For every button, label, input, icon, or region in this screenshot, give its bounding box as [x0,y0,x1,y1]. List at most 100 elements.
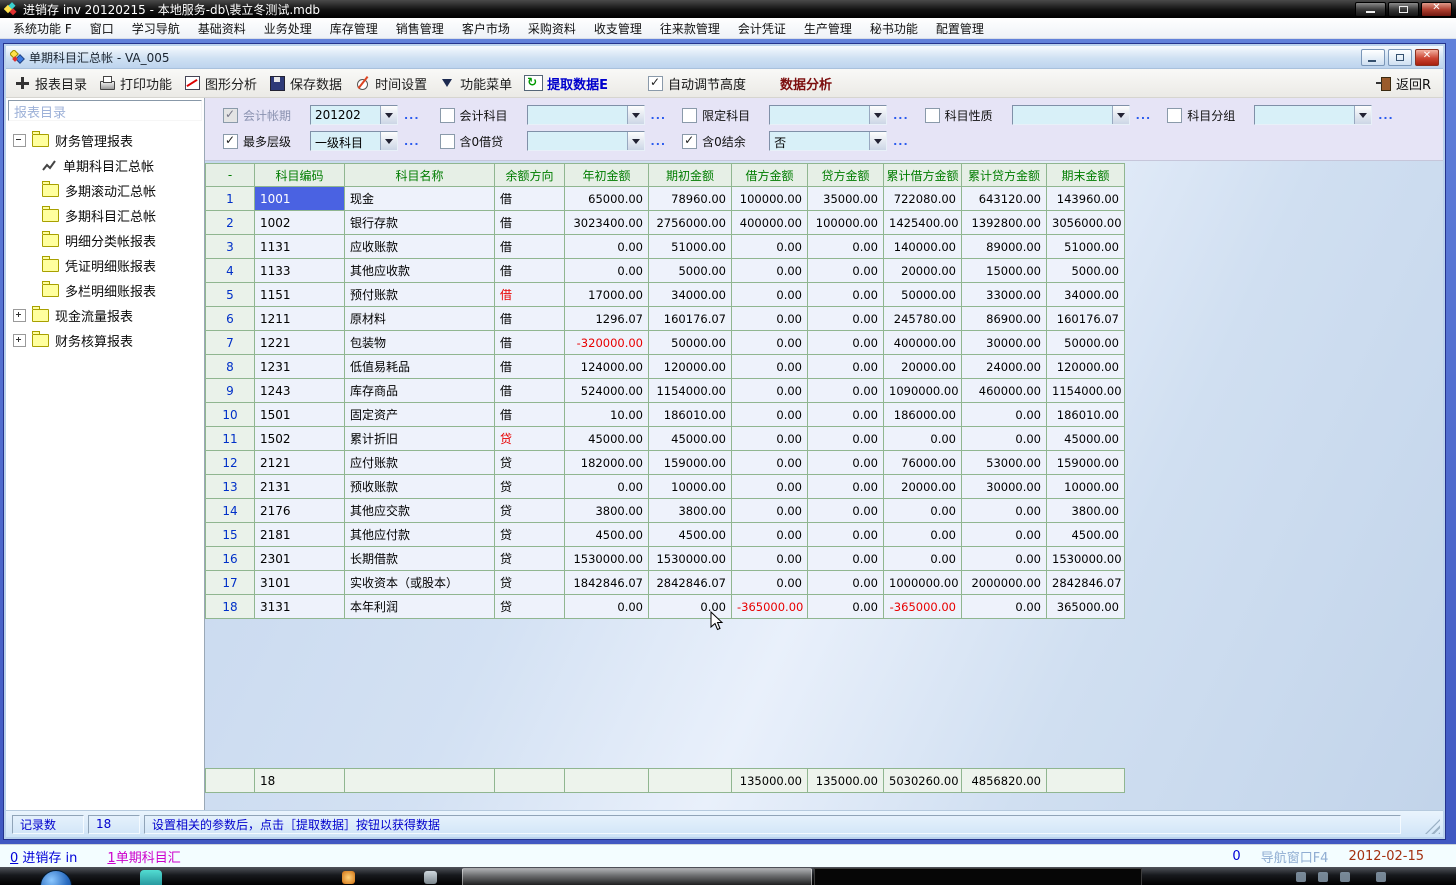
filter-combo[interactable] [527,131,645,151]
table-cell[interactable]: 0.00 [732,331,808,355]
table-cell[interactable]: 30000.00 [962,331,1047,355]
table-cell[interactable]: 53000.00 [962,451,1047,475]
table-cell[interactable]: 0.00 [649,595,732,619]
row-number-cell[interactable]: 5 [206,283,255,307]
table-cell[interactable]: 0.00 [962,427,1047,451]
menu-item[interactable]: 收支管理 [585,18,651,39]
column-header[interactable]: 年初金额 [565,164,649,187]
table-cell[interactable]: 借 [495,379,565,403]
tree-item[interactable]: 凭证明细账报表 [6,253,204,278]
table-cell[interactable]: 0.00 [732,499,808,523]
table-cell[interactable]: 1221 [255,331,345,355]
auto-height-checkbox[interactable] [648,76,663,91]
checkbox-unchecked-icon[interactable] [682,108,697,123]
table-cell[interactable]: 1243 [255,379,345,403]
chevron-down-icon[interactable] [627,106,644,124]
table-cell[interactable]: 186000.00 [884,403,962,427]
table-cell[interactable]: 1530000.00 [565,547,649,571]
row-number-cell[interactable]: 10 [206,403,255,427]
filter-combo[interactable] [527,105,645,125]
table-cell[interactable]: 2176 [255,499,345,523]
checkbox-checked-icon[interactable] [223,134,238,149]
checkbox-checked-icon[interactable] [223,108,238,123]
table-cell[interactable]: 30000.00 [962,475,1047,499]
table-cell[interactable]: 45000.00 [1047,427,1125,451]
table-cell[interactable]: 140000.00 [884,235,962,259]
table-cell[interactable]: 33000.00 [962,283,1047,307]
table-cell[interactable]: 100000.00 [808,211,884,235]
table-cell[interactable]: 0.00 [808,403,884,427]
table-cell[interactable]: 0.00 [808,283,884,307]
table-cell[interactable]: 0.00 [884,427,962,451]
checkbox-unchecked-icon[interactable] [925,108,940,123]
table-cell[interactable]: 186010.00 [649,403,732,427]
menu-item[interactable]: 配置管理 [927,18,993,39]
table-cell[interactable]: 1133 [255,259,345,283]
table-cell[interactable]: 1296.07 [565,307,649,331]
table-cell[interactable]: 50000.00 [649,331,732,355]
table-cell[interactable]: 0.00 [565,259,649,283]
table-cell[interactable]: 3800.00 [1047,499,1125,523]
table-cell[interactable]: 1842846.07 [565,571,649,595]
row-number-cell[interactable]: 11 [206,427,255,451]
row-number-cell[interactable]: 6 [206,307,255,331]
table-cell[interactable]: 0.00 [808,499,884,523]
chevron-down-icon[interactable] [627,132,644,150]
chevron-down-icon[interactable] [380,106,397,124]
table-cell[interactable]: 2842846.07 [649,571,732,595]
menu-item[interactable]: 采购资料 [519,18,585,39]
table-cell[interactable]: 1154000.00 [1047,379,1125,403]
table-cell[interactable]: 15000.00 [962,259,1047,283]
column-header[interactable]: 借方金额 [732,164,808,187]
window-list-item-main[interactable]: 0 进销存 in [10,847,77,866]
tree-item[interactable]: 财务管理报表 [6,128,204,153]
table-cell[interactable]: 124000.00 [565,355,649,379]
report-close-button[interactable] [1415,49,1439,66]
more-options-button[interactable]: ... [404,135,420,148]
more-options-button[interactable]: ... [1136,109,1152,122]
taskbar-icon[interactable] [424,871,437,884]
tray-icon[interactable] [1340,872,1350,882]
filter-combo[interactable] [1254,105,1372,125]
table-cell[interactable]: 50000.00 [1047,331,1125,355]
filter-combo[interactable]: 201202 [310,105,398,125]
table-cell[interactable]: 0.00 [732,259,808,283]
row-number-cell[interactable]: 16 [206,547,255,571]
table-cell[interactable]: 0.00 [808,595,884,619]
tree-item[interactable]: 明细分类帐报表 [6,228,204,253]
table-cell[interactable]: -365000.00 [732,595,808,619]
table-cell[interactable]: 借 [495,235,565,259]
table-cell[interactable]: 0.00 [808,355,884,379]
table-cell[interactable]: 0.00 [808,331,884,355]
table-cell[interactable]: 库存商品 [345,379,495,403]
menu-item[interactable]: 学习导航 [123,18,189,39]
row-number-cell[interactable]: 13 [206,475,255,499]
table-cell[interactable]: 借 [495,211,565,235]
minimize-button[interactable] [1355,2,1386,17]
table-cell[interactable]: 0.00 [732,427,808,451]
table-cell[interactable]: 0.00 [962,499,1047,523]
table-cell[interactable]: 4500.00 [1047,523,1125,547]
table-cell[interactable]: 低值易耗品 [345,355,495,379]
table-cell[interactable]: 1502 [255,427,345,451]
filter-combo[interactable]: 一级科目 [310,131,398,151]
table-cell[interactable]: 0.00 [732,451,808,475]
checkbox-checked-icon[interactable] [682,134,697,149]
table-cell[interactable]: 银行存款 [345,211,495,235]
table-cell[interactable]: 0.00 [962,595,1047,619]
menu-item[interactable]: 库存管理 [321,18,387,39]
table-cell[interactable]: 贷 [495,571,565,595]
table-cell[interactable]: 应收账款 [345,235,495,259]
data-analysis-button[interactable]: 数据分析 [780,74,832,93]
table-cell[interactable]: 182000.00 [565,451,649,475]
table-cell[interactable]: 0.00 [808,235,884,259]
table-cell[interactable]: 10000.00 [649,475,732,499]
table-cell[interactable]: 0.00 [732,403,808,427]
table-cell[interactable]: 1090000.00 [884,379,962,403]
row-number-cell[interactable]: 17 [206,571,255,595]
tree-item[interactable]: 多期科目汇总帐 [6,203,204,228]
table-cell[interactable]: 借 [495,187,565,211]
menu-item[interactable]: 秘书功能 [861,18,927,39]
table-cell[interactable]: 10.00 [565,403,649,427]
table-cell[interactable]: 51000.00 [649,235,732,259]
